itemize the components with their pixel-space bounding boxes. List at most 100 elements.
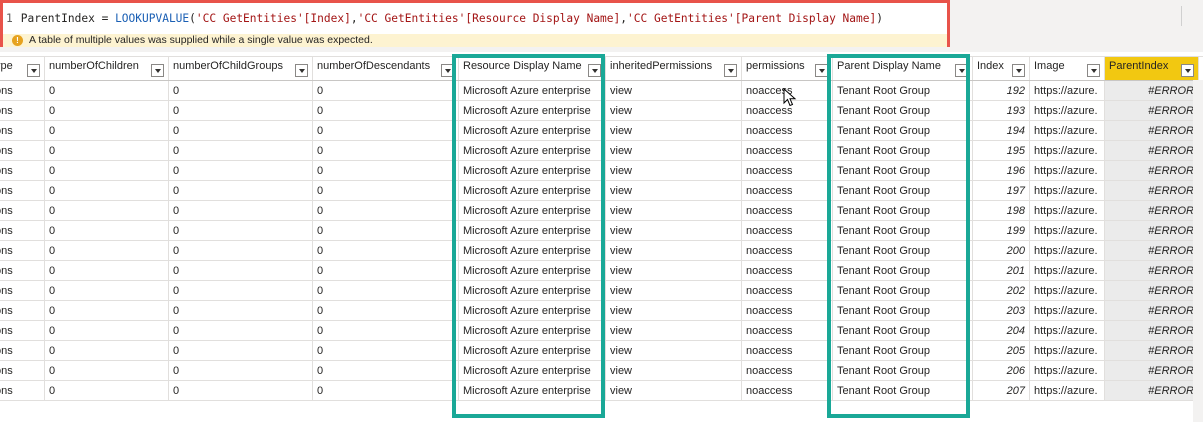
table-cell[interactable]: 0 (168, 280, 313, 301)
table-cell[interactable]: 0 (168, 360, 313, 381)
table-cell[interactable]: noaccess (741, 360, 833, 381)
table-cell[interactable]: 0 (44, 140, 169, 161)
table-cell[interactable]: Tenant Root Group (832, 380, 973, 401)
table-cell[interactable]: #ERROR (1104, 180, 1199, 201)
table-cell[interactable]: 0 (312, 160, 459, 181)
table-cell[interactable]: Microsoft Azure enterprise (458, 260, 606, 281)
table-cell[interactable]: Microsoft Azure enterprise (458, 280, 606, 301)
table-cell[interactable]: view (605, 260, 742, 281)
table-cell[interactable]: #ERROR (1104, 320, 1199, 341)
table-cell[interactable]: 0 (168, 220, 313, 241)
table-cell[interactable]: view (605, 380, 742, 401)
table-cell[interactable]: https://azure. (1029, 300, 1105, 321)
table-cell[interactable]: https://azure. (1029, 80, 1105, 101)
table-cell[interactable]: 0 (312, 140, 459, 161)
table-cell[interactable]: ons (0, 160, 45, 181)
table-cell[interactable]: noaccess (741, 380, 833, 401)
table-cell[interactable]: 0 (168, 180, 313, 201)
filter-dropdown-icon[interactable] (815, 64, 828, 77)
filter-dropdown-icon[interactable] (955, 64, 968, 77)
filter-dropdown-icon[interactable] (1181, 64, 1194, 77)
table-cell[interactable]: ons (0, 220, 45, 241)
column-header-numberofdescendants[interactable]: numberOfDescendants (312, 56, 459, 81)
table-cell[interactable]: 0 (44, 240, 169, 261)
table-cell[interactable]: Microsoft Azure enterprise (458, 120, 606, 141)
table-cell[interactable]: 0 (44, 80, 169, 101)
table-cell[interactable]: 0 (312, 80, 459, 101)
table-cell[interactable]: #ERROR (1104, 220, 1199, 241)
filter-dropdown-icon[interactable] (151, 64, 164, 77)
column-header-resource-display-name[interactable]: Resource Display Name (458, 56, 606, 81)
table-cell[interactable]: 0 (312, 280, 459, 301)
table-cell[interactable]: https://azure. (1029, 220, 1105, 241)
table-cell[interactable]: 0 (312, 380, 459, 401)
formula-line[interactable]: 1 ParentIndex = LOOKUPVALUE('CC GetEntiti… (6, 12, 883, 28)
table-cell[interactable]: https://azure. (1029, 260, 1105, 281)
table-cell[interactable]: 0 (312, 100, 459, 121)
table-cell[interactable]: 0 (312, 120, 459, 141)
table-cell[interactable]: 0 (312, 340, 459, 361)
table-cell[interactable]: ons (0, 140, 45, 161)
column-header-inheritedpermissions[interactable]: inheritedPermissions (605, 56, 742, 81)
table-cell[interactable]: view (605, 180, 742, 201)
table-cell[interactable]: noaccess (741, 320, 833, 341)
table-cell[interactable]: 192 (972, 80, 1030, 101)
table-cell[interactable]: 0 (312, 320, 459, 341)
table-cell[interactable]: ons (0, 200, 45, 221)
table-cell[interactable]: Tenant Root Group (832, 200, 973, 221)
table-cell[interactable]: 0 (312, 300, 459, 321)
column-header-image[interactable]: Image (1029, 56, 1105, 81)
table-cell[interactable]: 0 (44, 120, 169, 141)
filter-dropdown-icon[interactable] (724, 64, 737, 77)
table-cell[interactable]: 0 (44, 200, 169, 221)
table-cell[interactable]: Tenant Root Group (832, 80, 973, 101)
table-cell[interactable]: 0 (168, 300, 313, 321)
table-cell[interactable]: 0 (44, 180, 169, 201)
table-cell[interactable]: Microsoft Azure enterprise (458, 200, 606, 221)
table-cell[interactable]: https://azure. (1029, 180, 1105, 201)
table-cell[interactable]: Tenant Root Group (832, 280, 973, 301)
table-cell[interactable]: 0 (44, 340, 169, 361)
table-cell[interactable]: noaccess (741, 300, 833, 321)
table-cell[interactable]: 0 (312, 260, 459, 281)
table-cell[interactable]: #ERROR (1104, 240, 1199, 261)
column-header-permissions[interactable]: permissions (741, 56, 833, 81)
table-cell[interactable]: view (605, 320, 742, 341)
table-cell[interactable]: 0 (44, 160, 169, 181)
table-cell[interactable]: 0 (44, 220, 169, 241)
table-cell[interactable]: Microsoft Azure enterprise (458, 340, 606, 361)
table-cell[interactable]: ons (0, 380, 45, 401)
table-cell[interactable]: 201 (972, 260, 1030, 281)
table-cell[interactable]: 202 (972, 280, 1030, 301)
table-cell[interactable]: 194 (972, 120, 1030, 141)
column-header-ype[interactable]: ype (0, 56, 45, 81)
table-cell[interactable]: 0 (168, 320, 313, 341)
table-cell[interactable]: noaccess (741, 260, 833, 281)
table-cell[interactable]: Microsoft Azure enterprise (458, 100, 606, 121)
table-cell[interactable]: 200 (972, 240, 1030, 261)
table-cell[interactable]: Tenant Root Group (832, 340, 973, 361)
table-cell[interactable]: noaccess (741, 140, 833, 161)
table-cell[interactable]: #ERROR (1104, 360, 1199, 381)
table-cell[interactable]: Microsoft Azure enterprise (458, 320, 606, 341)
table-cell[interactable]: https://azure. (1029, 320, 1105, 341)
table-cell[interactable]: ons (0, 360, 45, 381)
table-cell[interactable]: 0 (44, 260, 169, 281)
table-cell[interactable]: noaccess (741, 160, 833, 181)
table-cell[interactable]: Microsoft Azure enterprise (458, 240, 606, 261)
formula-editor[interactable]: 1 ParentIndex = LOOKUPVALUE('CC GetEntiti… (0, 0, 950, 47)
table-cell[interactable]: noaccess (741, 340, 833, 361)
column-header-te[interactable]: Te (1198, 56, 1203, 81)
table-cell[interactable]: ons (0, 80, 45, 101)
table-cell[interactable]: Microsoft Azure enterprise (458, 300, 606, 321)
table-cell[interactable]: ons (0, 280, 45, 301)
table-cell[interactable]: https://azure. (1029, 340, 1105, 361)
column-header-numberofchildren[interactable]: numberOfChildren (44, 56, 169, 81)
table-cell[interactable]: 0 (312, 180, 459, 201)
table-cell[interactable]: noaccess (741, 220, 833, 241)
table-cell[interactable]: view (605, 140, 742, 161)
table-cell[interactable]: #ERROR (1104, 300, 1199, 321)
table-cell[interactable]: Microsoft Azure enterprise (458, 180, 606, 201)
filter-dropdown-icon[interactable] (441, 64, 454, 77)
table-cell[interactable]: ons (0, 240, 45, 261)
